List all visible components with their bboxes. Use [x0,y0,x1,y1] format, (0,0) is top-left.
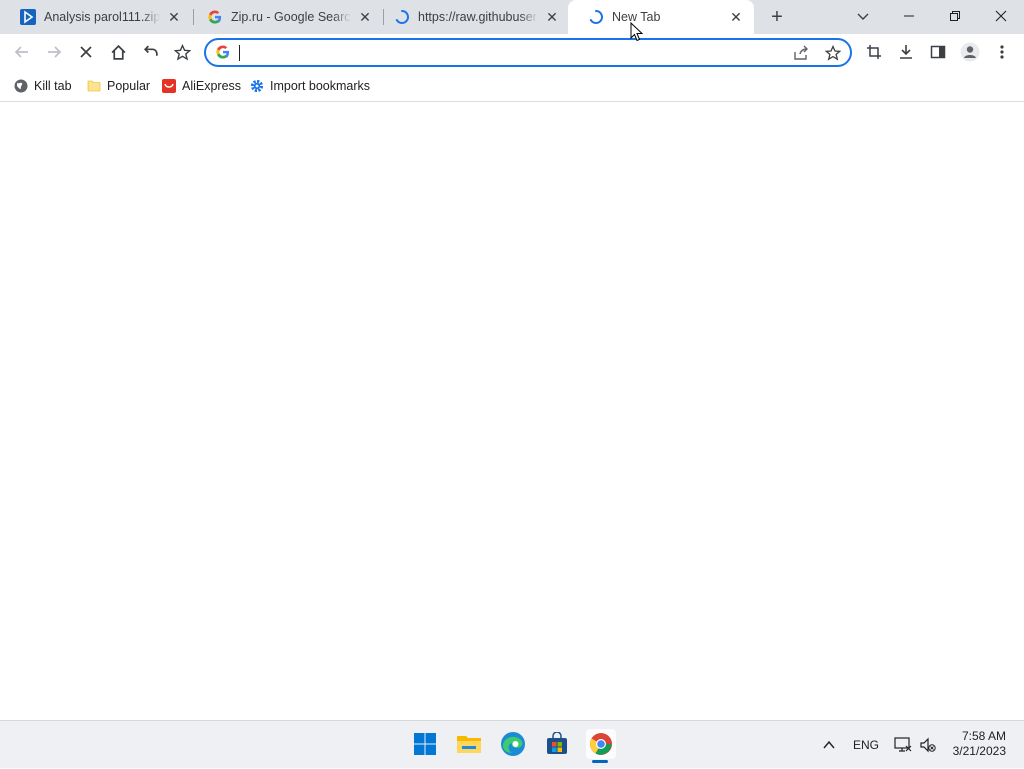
tab-strip: Analysis parol111.zip (No threats) ✕ Zip… [0,0,1024,34]
google-icon [216,45,232,61]
minimize-icon [904,15,914,17]
tab-search-button[interactable] [840,0,886,32]
close-icon [995,10,1007,22]
bookmark-import[interactable]: Import bookmarks [250,76,370,96]
tab-title: Zip.ru - Google Search [231,10,351,24]
folder-icon [87,79,101,93]
close-icon [80,46,92,58]
bookmark-button[interactable] [170,40,194,64]
bookmark-aliexpress[interactable]: AliExpress [162,76,241,96]
google-icon [207,9,223,25]
download-icon [900,45,912,59]
clock-time: 7:58 AM [961,729,1006,743]
windows-start-icon[interactable] [410,729,440,759]
tab-title: New Tab [612,10,661,24]
avatar-icon [960,42,980,62]
share-icon[interactable] [792,44,810,62]
clock-date: 3/21/2023 [952,744,1006,758]
tab-google-search[interactable]: Zip.ru - Google Search ✕ [187,0,383,34]
edge-icon[interactable] [498,729,528,759]
new-tab-button[interactable]: + [766,6,788,28]
tab-new-tab[interactable]: New Tab ✕ [568,0,754,34]
tab-title: Analysis parol111.zip (No threats) [44,10,160,24]
globe-icon [14,79,28,93]
downloads-button[interactable] [894,40,918,64]
file-explorer-icon[interactable] [454,729,484,759]
page-content [0,103,1024,720]
close-window-button[interactable] [978,0,1024,32]
network-icon[interactable] [894,721,912,769]
gear-icon [250,79,264,93]
chrome-icon[interactable] [586,729,616,759]
address-bar[interactable] [204,38,852,67]
close-tab-icon[interactable]: ✕ [357,9,373,25]
bookmark-label: Import bookmarks [270,79,371,93]
arrow-right-icon [48,46,62,58]
star-icon[interactable] [824,44,842,62]
bookmark-label: Popular [107,79,151,93]
side-panel-icon [930,45,946,59]
home-button[interactable] [106,40,130,64]
forward-button[interactable] [42,40,66,64]
bookmarks-bar: Kill tab Popular AliExpress Import bookm… [0,70,1024,102]
bookmark-label: Kill tab [34,79,72,93]
menu-button[interactable] [990,40,1014,64]
address-input[interactable] [238,43,778,63]
star-icon [173,43,191,61]
profile-button[interactable] [958,40,982,64]
chevron-down-icon [857,13,869,20]
home-icon [111,44,125,60]
language-indicator[interactable]: ENG [853,721,879,769]
volume-muted-icon[interactable] [920,721,936,769]
show-hidden-icons-button[interactable] [822,721,836,769]
crop-icon [867,45,881,59]
kebab-menu-icon [1000,45,1004,59]
bookmark-kill-tab[interactable]: Kill tab [14,76,72,96]
stop-loading-button[interactable] [74,40,98,64]
undo-icon [143,45,158,56]
restore-button[interactable] [932,0,978,32]
store-icon[interactable] [542,729,572,759]
close-tab-icon[interactable]: ✕ [728,9,744,25]
anyrun-icon [20,9,36,25]
undo-button[interactable] [138,40,162,64]
crop-extension-button[interactable] [862,40,886,64]
bookmark-label: AliExpress [182,79,242,93]
bookmark-folder-popular[interactable]: Popular [87,76,150,96]
tab-analysis[interactable]: Analysis parol111.zip (No threats) ✕ [0,0,192,34]
tab-github-raw[interactable]: https://raw.githubusercontent.com ✕ [374,0,570,34]
taskbar: ENG 7:58 AM 3/21/2023 [0,720,1024,768]
arrow-left-icon [14,46,28,58]
close-tab-icon[interactable]: ✕ [544,9,560,25]
text-caret [239,45,240,61]
active-app-indicator [592,760,608,763]
loading-spinner-icon [588,9,604,25]
close-tab-icon[interactable]: ✕ [166,9,182,25]
side-panel-button[interactable] [926,40,950,64]
system-clock[interactable]: 7:58 AM 3/21/2023 [953,729,1006,759]
mouse-cursor-icon [630,22,644,42]
restore-icon [950,11,960,21]
loading-spinner-icon [394,9,410,25]
minimize-button[interactable] [886,0,932,32]
aliexpress-icon [162,79,176,93]
chevron-up-icon [823,740,835,749]
back-button[interactable] [10,40,34,64]
tab-title: https://raw.githubusercontent.com [418,10,538,24]
